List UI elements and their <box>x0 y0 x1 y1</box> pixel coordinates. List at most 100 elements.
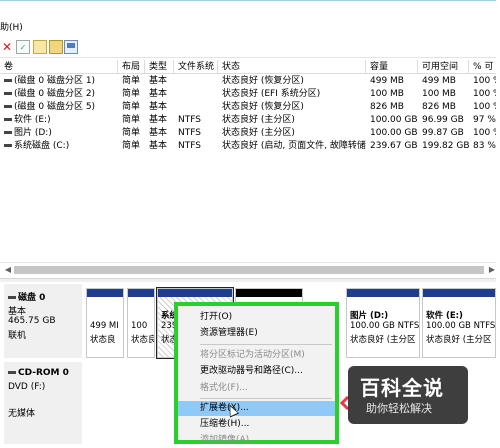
context-menu-item[interactable]: 扩展卷(X)... <box>178 401 335 416</box>
context-menu-item[interactable]: 将分区标记为活动分区(M) <box>178 348 335 363</box>
partition-size: 100.00 GB NTFS <box>426 321 496 331</box>
cdrom-label[interactable]: CD-ROM 0 DVD (F:) 无媒体 <box>4 362 82 444</box>
partition-name: 软件 (E:) <box>426 311 463 321</box>
column-header-status[interactable]: 状态 <box>218 60 366 74</box>
table-cell: 状态良好 (主分区) <box>218 114 366 127</box>
delete-icon[interactable]: ✕ <box>0 40 14 54</box>
partition-status: 状态良好 (主分区 <box>426 335 492 345</box>
table-row[interactable]: 图片 (D:) 简单 基本 NTFS 状态良好 (主分区) 100.00 GB 99.87 … <box>0 127 500 140</box>
partition-size: 499 MI <box>90 321 119 331</box>
table-cell: 简单 <box>118 75 145 88</box>
table-cell: 简单 <box>118 127 145 140</box>
cell-text: 状态良好 (恢复分区) <box>222 76 304 86</box>
partition-name: 图片 (D:) <box>350 311 389 321</box>
disk0-label[interactable]: 磁盘 0 基本 465.75 GB 联机 <box>4 284 82 358</box>
table-cell: 简单 <box>118 114 145 127</box>
disk-icon <box>8 296 16 299</box>
table-cell: 199.82 GB <box>418 140 469 153</box>
volume-icon <box>4 131 12 134</box>
table-cell <box>174 75 218 88</box>
properties-icon[interactable]: ✓ <box>16 40 30 54</box>
table-row[interactable]: (磁盘 0 磁盘分区 2) 简单 基本 状态良好 (EFI 系统分区) 100 MB 10… <box>0 88 500 101</box>
table-row[interactable]: 系统磁盘 (C:) 简单基本 NTFS 状态良好 (启动, 页面文件, 故障转储, 主… <box>0 140 500 153</box>
volume-name-cell: (磁盘 0 磁盘分区 2) <box>0 88 118 101</box>
table-cell: 状态良好 (启动, 页面文件, 故障转储, 主分区) <box>218 140 366 153</box>
context-menu-item[interactable]: 打开(O) <box>178 310 335 325</box>
cell-text: 97 % <box>473 115 496 125</box>
cell-text: 基本 <box>149 76 168 86</box>
cell-text: NTFS <box>178 128 201 138</box>
table-cell: 826 MB <box>366 101 418 114</box>
partition-pictures-d[interactable]: 图片 (D:) 100.00 GB NTFS 状态良好 (主分区 <box>346 288 420 358</box>
cell-text: 简单 <box>122 102 141 112</box>
table-row[interactable]: 软件 (E:) 简单 基本 NTFS 状态良好 (主分区) 100.00 GB 96.99 … <box>0 114 500 127</box>
cell-text: 100.00 GB <box>370 115 418 125</box>
open-icon[interactable] <box>49 40 63 54</box>
disk0-name: 磁盘 0 <box>18 293 46 303</box>
partition-bar <box>423 289 495 297</box>
window-right-edge <box>496 0 500 444</box>
volume-icon <box>4 79 12 82</box>
table-cell: 基本 <box>145 114 174 127</box>
disk0-size: 465.75 GB <box>8 316 56 326</box>
table-cell <box>174 101 218 114</box>
column-header-free-space[interactable]: 可用空间 <box>418 60 469 74</box>
table-cell: 基本 <box>145 88 174 101</box>
disk0-status: 联机 <box>8 331 27 341</box>
cell-text: 基本 <box>149 115 168 125</box>
pane-splitter[interactable] <box>0 278 500 282</box>
disk-icon[interactable] <box>64 40 78 54</box>
cell-text: 199.82 GB <box>422 141 469 151</box>
context-menu-item[interactable]: 格式化(F)... <box>178 381 335 396</box>
volume-name-cell: 系统磁盘 (C:) <box>0 140 118 153</box>
table-cell: 简单 <box>118 88 145 101</box>
context-menu-item[interactable]: 压缩卷(H)... <box>178 417 335 432</box>
cell-text: 826 MB <box>370 102 404 112</box>
horizontal-scrollbar[interactable]: ◀ ▶ <box>0 262 500 276</box>
partition-bar <box>236 289 302 297</box>
table-cell: 239.67 GB <box>366 140 418 153</box>
table-cell: 状态良好 (恢复分区) <box>218 75 366 88</box>
table-cell: 100.00 GB <box>366 127 418 140</box>
watermark: 百科全说 助你轻松解决 <box>348 366 468 424</box>
toolbar: ✕ ✓ <box>0 38 500 58</box>
context-menu-item[interactable]: 添加镜像(A)... <box>178 433 335 448</box>
cell-text: 图片 (D:) <box>14 128 52 138</box>
table-cell: 状态良好 (主分区) <box>218 127 366 140</box>
partition-size: 100.00 GB NTFS <box>350 321 420 331</box>
cell-text: (磁盘 0 磁盘分区 5) <box>14 102 96 112</box>
partition-recovery-1[interactable]: 499 MI 状态良 <box>86 288 124 358</box>
column-header-capacity[interactable]: 容量 <box>366 60 418 74</box>
partition-software-e[interactable]: 软件 (E:) 100.00 GB NTFS 状态良好 (主分区 <box>422 288 496 358</box>
table-row[interactable]: (磁盘 0 磁盘分区 5) 简单 基本 状态良好 (恢复分区) 826 MB 826 MB… <box>0 101 500 114</box>
new-icon[interactable] <box>33 40 47 54</box>
table-cell: 100 MB <box>418 88 469 101</box>
cell-text: 基本 <box>149 89 168 99</box>
context-menu-item[interactable]: 更改驱动器号和路径(C)... <box>178 364 335 379</box>
context-menu: 打开(O) 资源管理器(E) 将分区标记为活动分区(M) 更改驱动器号和路径(C)..… <box>174 302 339 445</box>
menu-help[interactable]: 助(H) <box>0 20 23 33</box>
cell-text: 499 MB <box>370 76 404 86</box>
column-header-volume[interactable]: 卷 <box>0 60 118 74</box>
table-cell: 100.00 GB <box>366 114 418 127</box>
cell-text: 软件 (E:) <box>14 115 51 125</box>
cell-text: 简单 <box>122 115 141 125</box>
partition-status: 状态良好 (主分区 <box>350 335 416 345</box>
window-top-border <box>0 0 500 1</box>
partition-efi[interactable]: 100 状态良 <box>127 288 155 358</box>
column-header-type[interactable]: 类型 <box>145 60 174 74</box>
table-cell: 基本 <box>145 75 174 88</box>
context-menu-item[interactable]: 资源管理器(E) <box>178 326 335 341</box>
table-cell: 基本 <box>145 140 174 153</box>
column-header-filesystem[interactable]: 文件系统 <box>174 60 218 74</box>
table-cell: 状态良好 (EFI 系统分区) <box>218 88 366 101</box>
partition-status: 状态良 <box>90 335 116 345</box>
table-row[interactable]: (磁盘 0 磁盘分区 1) 简单 基本 状态良好 (恢复分区) 499 MB 499 MB… <box>0 75 500 88</box>
scroll-left-icon[interactable]: ◀ <box>2 264 14 276</box>
volume-icon <box>4 92 12 95</box>
column-header-layout[interactable]: 布局 <box>118 60 145 74</box>
cell-text: 系统磁盘 (C:) <box>14 141 70 151</box>
scroll-thumb[interactable] <box>14 266 484 274</box>
cell-text: 96.99 GB <box>422 115 464 125</box>
table-cell: NTFS <box>174 114 218 127</box>
